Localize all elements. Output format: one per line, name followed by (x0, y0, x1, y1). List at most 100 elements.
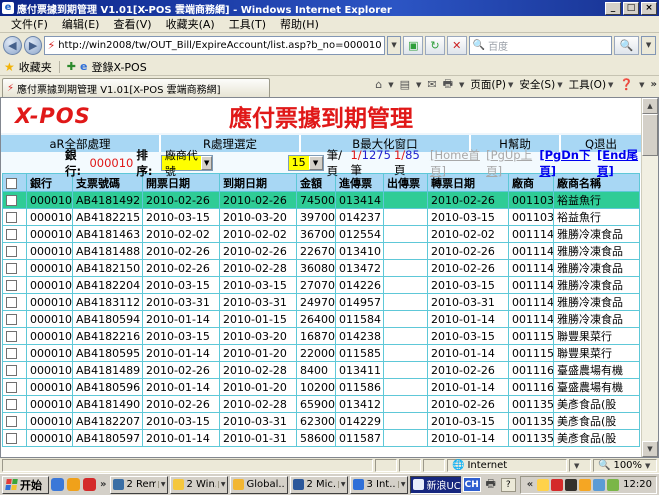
search-go-icon[interactable]: 🔍 (614, 36, 640, 55)
table-row[interactable]: 000010AB41814632010-02-022010-02-0236700… (3, 226, 640, 243)
table-row[interactable]: 000010AB41805962010-01-142010-01-2010200… (3, 379, 640, 396)
taskbar-button[interactable]: 2 Win...▼ (170, 476, 228, 494)
taskbar-group-dropdown-icon[interactable]: ▼ (218, 481, 226, 488)
scroll-down-icon[interactable]: ▼ (642, 441, 658, 457)
search-input[interactable]: 🔍 百度 (469, 36, 612, 55)
home-dropdown-icon[interactable]: ▼ (388, 81, 393, 89)
back-icon[interactable]: ◀ (3, 36, 22, 55)
alert-icon[interactable] (579, 479, 591, 491)
taskbar-group-dropdown-icon[interactable]: ▼ (338, 481, 346, 488)
scroll-thumb[interactable] (642, 114, 658, 156)
help-icon[interactable]: ❓ (619, 78, 633, 91)
vertical-scrollbar[interactable]: ▲ ▼ (641, 98, 658, 457)
row-checkbox[interactable] (6, 416, 17, 427)
tray-collapse-icon[interactable]: « (527, 479, 533, 490)
taskbar-group-dropdown-icon[interactable]: ▼ (398, 481, 406, 488)
taskbar-button[interactable]: Global... (230, 476, 288, 494)
favorite-link[interactable]: 登錄X-POS (91, 59, 146, 75)
page-size-dropdown-icon[interactable]: ▼ (309, 156, 323, 170)
table-row[interactable]: 000010AB41814892010-02-262010-02-2884000… (3, 362, 640, 379)
scroll-up-icon[interactable]: ▲ (642, 98, 658, 114)
feeds-icon[interactable]: ▤ (400, 78, 410, 91)
penguin-icon[interactable] (565, 479, 577, 491)
print-icon[interactable]: 🖶 (443, 75, 453, 94)
taskbar-button[interactable]: 3 Int...▼ (350, 476, 408, 494)
sort-select[interactable]: 廠商代號 ▼ (161, 155, 213, 171)
quick-launch-more-icon[interactable]: » (100, 479, 106, 490)
table-row[interactable]: 000010AB41822072010-03-152010-03-3162300… (3, 413, 640, 430)
row-checkbox[interactable] (6, 314, 17, 325)
table-row[interactable]: 000010AB41805972010-01-142010-01-3158600… (3, 430, 640, 447)
row-checkbox[interactable] (6, 229, 17, 240)
close-button[interactable]: × (641, 2, 657, 15)
menu-item[interactable]: 收藏夹(A) (159, 15, 222, 33)
read-mail-icon[interactable]: ✉ (427, 78, 436, 91)
maximize-button[interactable]: □ (623, 2, 639, 15)
protected-mode-pane[interactable]: ▼ (569, 459, 591, 472)
table-row[interactable]: 000010AB41814902010-02-262010-02-2865900… (3, 396, 640, 413)
table-row[interactable]: 000010AB41822152010-03-152010-03-2039700… (3, 209, 640, 226)
taskbar-group-dropdown-icon[interactable]: ▼ (158, 481, 166, 488)
row-checkbox[interactable] (6, 195, 17, 206)
home-icon[interactable]: ⌂ (375, 78, 382, 91)
stop-icon[interactable]: ✕ (447, 36, 467, 55)
row-checkbox[interactable] (6, 331, 17, 342)
feeds-dropdown-icon[interactable]: ▼ (416, 81, 421, 89)
uc-icon[interactable] (67, 478, 80, 491)
table-row[interactable]: 000010AB41805942010-01-142010-01-1526400… (3, 311, 640, 328)
select-all-checkbox[interactable] (6, 178, 17, 189)
scheduler-icon[interactable] (607, 479, 619, 491)
printer-tray-icon[interactable]: 🖶 (483, 475, 499, 494)
menu-item[interactable]: 查看(V) (106, 15, 158, 33)
messenger-icon[interactable] (51, 478, 64, 491)
language-help-icon[interactable]: ? (501, 478, 516, 492)
search-options-icon[interactable]: ▼ (641, 36, 656, 55)
zoom-dropdown-icon[interactable]: ▼ (645, 462, 650, 470)
add-favorite-icon[interactable]: ✚ (67, 60, 76, 73)
sort-dropdown-icon[interactable]: ▼ (201, 156, 212, 170)
notes-icon[interactable] (537, 479, 549, 491)
qq-icon[interactable] (83, 478, 96, 491)
taskbar-button[interactable]: 2 Rem...▼ (110, 476, 168, 494)
table-row[interactable]: 000010AB41821502010-02-262010-02-2836080… (3, 260, 640, 277)
row-checkbox[interactable] (6, 246, 17, 257)
start-button[interactable]: 开始 (2, 476, 49, 494)
favorites-label[interactable]: 收藏夹 (19, 59, 52, 75)
qq-red-icon[interactable] (551, 479, 563, 491)
refresh-icon[interactable]: ↻ (425, 36, 445, 55)
address-input[interactable]: ⚡ http://win2008/tw/OUT_Bill/ExpireAccou… (44, 36, 384, 55)
menu-item[interactable]: 文件(F) (4, 15, 55, 33)
row-checkbox[interactable] (6, 297, 17, 308)
table-row[interactable]: 000010AB41831122010-03-312010-03-3124970… (3, 294, 640, 311)
address-dropdown-icon[interactable]: ▼ (387, 36, 402, 55)
row-checkbox[interactable] (6, 399, 17, 410)
table-row[interactable]: 000010AB41822042010-03-152010-03-1527070… (3, 277, 640, 294)
row-checkbox[interactable] (6, 365, 17, 376)
language-indicator[interactable]: CH (463, 477, 481, 492)
table-row[interactable]: 000010AB41814922010-02-262010-02-2674500… (3, 192, 640, 209)
forward-icon[interactable]: ▶ (24, 36, 43, 55)
row-checkbox[interactable] (6, 348, 17, 359)
safety-menu[interactable]: 安全(S)▼ (519, 77, 562, 92)
msn-icon[interactable] (593, 479, 605, 491)
pagination-link[interactable]: [End尾頁] (597, 147, 641, 179)
table-row[interactable]: 000010AB41822162010-03-152010-03-2016870… (3, 328, 640, 345)
taskbar-button[interactable]: 新浪UC (410, 476, 460, 494)
row-checkbox[interactable] (6, 263, 17, 274)
browser-tab[interactable]: ⚡ 應付票據到期管理 V1.01[X-POS 雲端商務網] (2, 78, 270, 97)
more-commands-icon[interactable]: » (651, 79, 657, 90)
menu-item[interactable]: 帮助(H) (273, 15, 326, 33)
row-checkbox[interactable] (6, 382, 17, 393)
page-size-select[interactable]: 15 ▼ (288, 155, 324, 171)
row-checkbox[interactable] (6, 280, 17, 291)
scroll-track[interactable] (642, 156, 658, 441)
zoom-control[interactable]: 🔍 100% ▼ (593, 459, 657, 472)
row-checkbox[interactable] (6, 433, 17, 444)
table-row[interactable]: 000010AB41814882010-02-262010-02-2622670… (3, 243, 640, 260)
table-row[interactable]: 000010AB41805952010-01-142010-01-2022000… (3, 345, 640, 362)
print-dropdown-icon[interactable]: ▼ (459, 81, 464, 89)
minimize-button[interactable]: _ (605, 2, 621, 15)
favorites-star-icon[interactable]: ★ (4, 60, 15, 74)
menu-item[interactable]: 工具(T) (222, 15, 273, 33)
row-checkbox[interactable] (6, 212, 17, 223)
